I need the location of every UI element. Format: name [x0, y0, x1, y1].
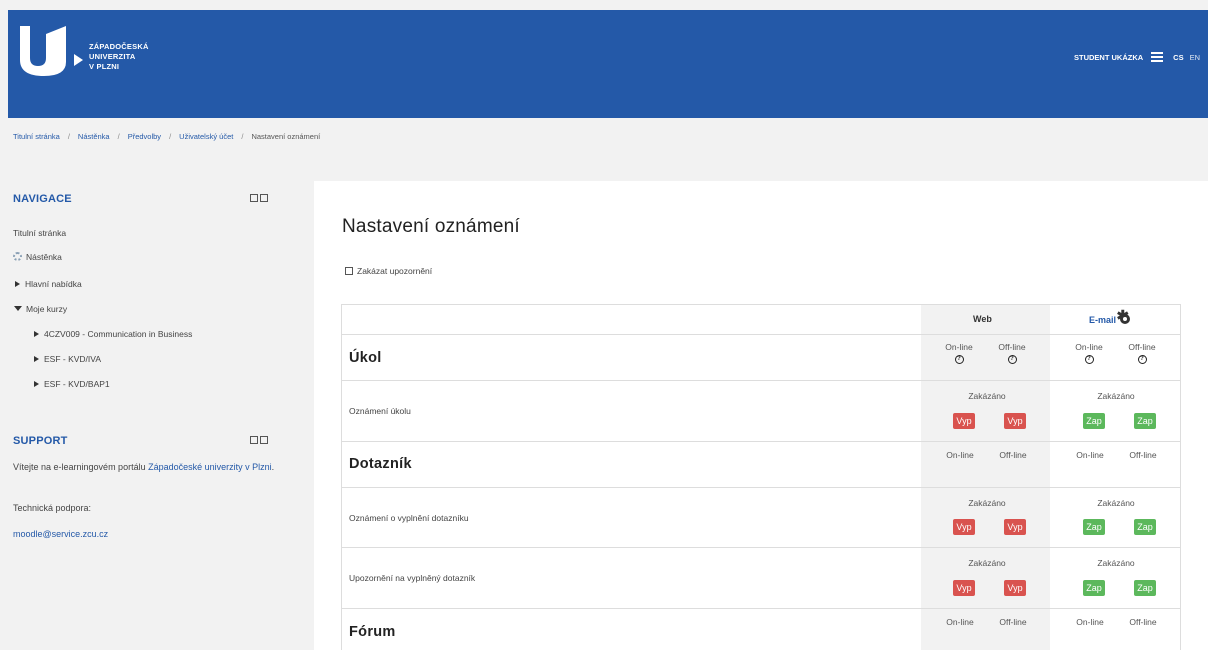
- support-block-title: SUPPORT: [13, 435, 68, 447]
- breadcrumb: Titulní stránka / Nástěnka / Předvolby /…: [13, 132, 321, 141]
- preference-row: Oznámení úkolu Zakázáno Zakázáno Vyp Vyp…: [342, 380, 1180, 441]
- help-icon[interactable]: ?: [1137, 355, 1147, 364]
- email-online-toggle[interactable]: Zap: [1083, 519, 1105, 535]
- user-menu[interactable]: STUDENT UKÁZKA: [1074, 53, 1143, 62]
- menu-icon[interactable]: [1151, 52, 1164, 62]
- web-online-toggle[interactable]: Vyp: [953, 413, 975, 429]
- section-row-forum: Fórum On-line Off-line On-line Off-line: [342, 608, 1180, 650]
- navigation-block-controls: [250, 194, 270, 203]
- email-offline-toggle[interactable]: Zap: [1134, 413, 1156, 429]
- web-online-toggle[interactable]: Vyp: [953, 580, 975, 596]
- breadcrumb-home[interactable]: Titulní stránka: [13, 132, 60, 141]
- web-status: Zakázáno: [968, 498, 1006, 508]
- web-status: Zakázáno: [968, 558, 1006, 568]
- nav-dashboard[interactable]: Nástěnka: [13, 252, 62, 262]
- email-status: Zakázáno: [1097, 558, 1135, 568]
- logo-arrow-icon: [74, 54, 83, 66]
- breadcrumb-preferences[interactable]: Předvolby: [128, 132, 161, 141]
- gear-icon[interactable]: [1117, 309, 1130, 325]
- section-title: Úkol: [349, 350, 382, 366]
- preference-row: Oznámení o vyplnění dotazníku Zakázáno Z…: [342, 487, 1180, 547]
- disable-notifications[interactable]: Zakázat upozornění: [345, 266, 432, 276]
- email-status: Zakázáno: [1097, 391, 1135, 401]
- collapse-icon[interactable]: [260, 194, 268, 202]
- site-header: ZÁPADOČESKÁ UNIVERZITA V PLZNI STUDENT U…: [8, 10, 1208, 118]
- expand-icon: [34, 381, 39, 387]
- nav-my-courses[interactable]: Moje kurzy: [14, 304, 67, 314]
- breadcrumb-dashboard[interactable]: Nástěnka: [78, 132, 110, 141]
- lang-cs[interactable]: CS: [1173, 53, 1183, 62]
- email-column-header[interactable]: E-mail: [1089, 309, 1130, 325]
- nav-course-kvd-iva[interactable]: ESF - KVD/IVA: [34, 354, 101, 364]
- breadcrumb-current: Nastavení oznámení: [251, 132, 321, 141]
- dock-icon[interactable]: [250, 194, 258, 202]
- university-logo[interactable]: [20, 26, 66, 76]
- help-icon[interactable]: ?: [1084, 355, 1094, 364]
- nav-course-4czv009[interactable]: 4CZV009 - Communication in Business: [34, 329, 192, 339]
- collapse-arrow-icon: [14, 306, 22, 311]
- section-row-assignment: Úkol On-line? Off-line? On-line? Off-lin…: [342, 334, 1180, 380]
- breadcrumb-user-account[interactable]: Uživatelský účet: [179, 132, 233, 141]
- preference-label: Upozornění na vyplněný dotazník: [349, 573, 476, 583]
- header-user-menu: STUDENT UKÁZKA CS EN: [1074, 52, 1200, 62]
- support-email-link[interactable]: moodle@service.zcu.cz: [13, 527, 275, 542]
- expand-icon: [15, 281, 20, 287]
- web-status: Zakázáno: [968, 391, 1006, 401]
- notification-preferences-table: Web E-mail Úkol On-line? Off-line? On-li…: [341, 304, 1181, 650]
- section-title: Dotazník: [349, 456, 412, 472]
- preference-label: Oznámení úkolu: [349, 406, 411, 416]
- dock-icon[interactable]: [250, 436, 258, 444]
- support-block-controls: [250, 436, 270, 445]
- navigation-block-title: NAVIGACE: [13, 193, 72, 205]
- nav-course-kvd-bap1[interactable]: ESF - KVD/BAP1: [34, 379, 110, 389]
- expand-icon: [34, 356, 39, 362]
- email-online-toggle[interactable]: Zap: [1083, 413, 1105, 429]
- email-status: Zakázáno: [1097, 498, 1135, 508]
- nav-main-menu[interactable]: Hlavní nabídka: [15, 279, 82, 289]
- logo-text[interactable]: ZÁPADOČESKÁ UNIVERZITA V PLZNI: [89, 42, 149, 72]
- email-online-toggle[interactable]: Zap: [1083, 580, 1105, 596]
- email-offline-toggle[interactable]: Zap: [1134, 519, 1156, 535]
- help-icon[interactable]: ?: [1007, 355, 1017, 364]
- section-title: Fórum: [349, 624, 396, 640]
- email-offline-toggle[interactable]: Zap: [1134, 580, 1156, 596]
- help-icon[interactable]: ?: [954, 355, 964, 364]
- nav-home[interactable]: Titulní stránka: [13, 228, 66, 238]
- expand-icon: [34, 331, 39, 337]
- support-tech-label: Technická podpora:: [13, 503, 92, 513]
- dashboard-icon: [13, 252, 22, 261]
- web-column-header: Web: [973, 314, 992, 324]
- web-offline-toggle[interactable]: Vyp: [1004, 580, 1026, 596]
- web-offline-toggle[interactable]: Vyp: [1004, 519, 1026, 535]
- preference-row: Upozornění na vyplněný dotazník Zakázáno…: [342, 547, 1180, 608]
- university-link[interactable]: Západočeské univerzity v Plzni: [148, 462, 272, 472]
- preference-label: Oznámení o vyplnění dotazníku: [349, 513, 469, 523]
- section-row-questionnaire: Dotazník On-line Off-line On-line Off-li…: [342, 441, 1180, 487]
- page-title: Nastavení oznámení: [342, 216, 520, 237]
- support-intro: Vítejte na e-learningovém portálu Západo…: [13, 462, 275, 472]
- web-offline-toggle[interactable]: Vyp: [1004, 413, 1026, 429]
- web-online-toggle[interactable]: Vyp: [953, 519, 975, 535]
- disable-notifications-checkbox[interactable]: [345, 267, 353, 275]
- lang-en[interactable]: EN: [1190, 53, 1200, 62]
- collapse-icon[interactable]: [260, 436, 268, 444]
